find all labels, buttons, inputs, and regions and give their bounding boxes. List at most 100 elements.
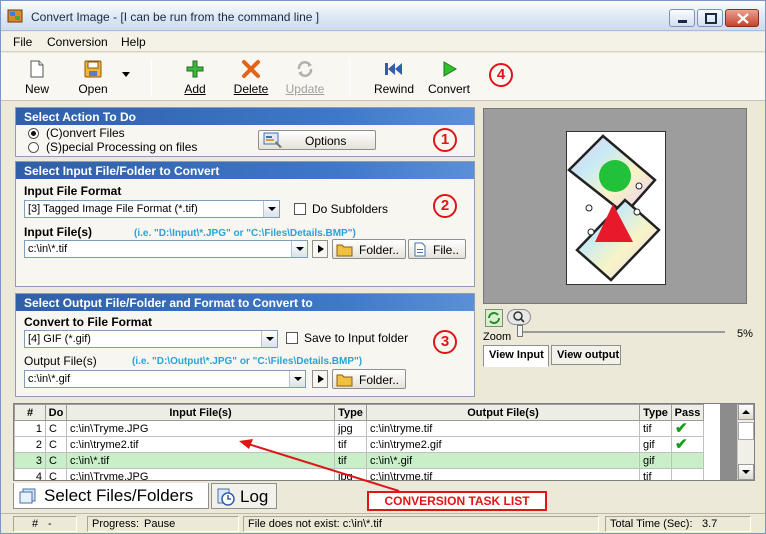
input-folder-button[interactable]: Folder.. — [332, 239, 406, 259]
close-icon — [737, 13, 749, 24]
status-total-value: 3.7 — [702, 518, 718, 530]
title-bar: Convert Image - [I can be run from the c… — [1, 1, 765, 31]
options-icon — [263, 132, 282, 148]
plus-icon — [186, 60, 204, 78]
menu-conversion[interactable]: Conversion — [47, 35, 108, 49]
refresh-icon — [297, 61, 313, 77]
output-format-label: Convert to File Format — [24, 315, 153, 329]
status-total-label: Total Time (Sec): — [610, 518, 693, 530]
tab-view-output[interactable]: View output — [551, 345, 621, 365]
convert-label: Convert — [427, 82, 471, 96]
convert-button[interactable]: Convert — [425, 55, 473, 99]
folder-icon — [336, 244, 353, 257]
scroll-up-icon[interactable] — [738, 404, 754, 420]
fit-button[interactable] — [485, 309, 503, 327]
zoom-value: 5% — [737, 328, 753, 340]
output-format-value: [4] GIF (*.gif) — [28, 333, 91, 345]
input-files-field[interactable]: c:\in\*.tif — [24, 240, 308, 258]
col-header-output-type[interactable]: Type — [639, 404, 672, 421]
zoom-slider-track[interactable] — [517, 331, 725, 333]
status-hash-value: - — [48, 518, 52, 530]
close-button[interactable] — [725, 9, 759, 27]
special-processing-label[interactable]: (S)pecial Processing on files — [46, 140, 197, 154]
delete-x-icon — [242, 60, 260, 78]
minimize-button[interactable] — [669, 9, 695, 27]
output-group-header: Select Output File/Folder and Format to … — [16, 294, 474, 311]
input-format-select[interactable]: [3] Tagged Image File Format (*.tif) — [24, 200, 280, 218]
new-button[interactable]: New — [15, 55, 59, 99]
col-header-input-type[interactable]: Type — [334, 404, 367, 421]
input-files-value: c:\in\*.tif — [28, 243, 68, 255]
chevron-down-icon — [289, 371, 305, 387]
maximize-icon — [705, 13, 717, 24]
menu-file[interactable]: File — [13, 35, 32, 49]
rewind-label: Rewind — [373, 82, 415, 96]
zoom-button[interactable] — [507, 309, 531, 325]
tab-view-input[interactable]: View Input — [483, 345, 549, 367]
toolbar-separator — [151, 59, 152, 95]
update-button[interactable]: Update — [283, 55, 327, 99]
zoom-slider-thumb[interactable] — [517, 325, 523, 337]
col-header-input[interactable]: Input File(s) — [66, 404, 335, 421]
output-files-arrow-button[interactable] — [312, 370, 328, 388]
save-disk-icon — [84, 60, 102, 78]
rewind-button[interactable]: Rewind — [371, 55, 417, 99]
special-processing-radio[interactable] — [28, 142, 39, 153]
convert-files-radio[interactable] — [28, 128, 39, 139]
magnifier-icon — [513, 311, 525, 323]
options-button[interactable]: Options — [258, 130, 376, 150]
step-badge-3: 3 — [433, 330, 457, 354]
table-header-row: # Do Input File(s) Type Output File(s) T… — [14, 404, 704, 421]
do-subfolders-checkbox[interactable] — [294, 203, 306, 215]
fit-refresh-icon — [488, 312, 500, 324]
cell-number: 2 — [14, 436, 46, 453]
add-button[interactable]: Add — [175, 55, 215, 99]
do-subfolders-label[interactable]: Do Subfolders — [312, 202, 388, 216]
open-dropdown-icon[interactable] — [121, 71, 131, 79]
status-progress-cell: Progress: Pause — [87, 516, 239, 532]
preview-image — [567, 134, 661, 282]
cell-pass: ✔ — [671, 420, 704, 437]
table-scrollbar[interactable] — [737, 404, 754, 480]
maximize-button[interactable] — [697, 9, 723, 27]
input-format-label: Input File Format — [24, 184, 122, 198]
col-header-number[interactable]: # — [14, 404, 46, 421]
menu-help[interactable]: Help — [121, 35, 146, 49]
delete-button[interactable]: Delete — [229, 55, 273, 99]
input-files-arrow-button[interactable] — [312, 240, 328, 258]
input-format-value: [3] Tagged Image File Format (*.tif) — [28, 203, 198, 215]
cell-number: 3 — [14, 452, 46, 469]
file-icon — [414, 242, 426, 257]
input-group-header: Select Input File/Folder to Convert — [16, 162, 474, 179]
col-header-output[interactable]: Output File(s) — [366, 404, 640, 421]
open-button[interactable]: Open — [69, 55, 117, 99]
scroll-thumb[interactable] — [738, 422, 754, 440]
app-window: Convert Image - [I can be run from the c… — [0, 0, 766, 534]
scroll-down-icon[interactable] — [738, 464, 754, 480]
output-files-field[interactable]: c:\in\*.gif — [24, 370, 306, 388]
convert-files-label[interactable]: (C)onvert Files — [46, 126, 125, 140]
output-folder-label: Folder.. — [359, 373, 400, 387]
output-format-select[interactable]: [4] GIF (*.gif) — [24, 330, 278, 348]
save-to-input-label[interactable]: Save to Input folder — [304, 331, 408, 345]
folder-icon — [336, 374, 353, 387]
play-icon — [443, 61, 457, 77]
output-files-label: Output File(s) — [24, 354, 97, 368]
chevron-down-icon — [261, 331, 277, 347]
files-icon — [19, 488, 36, 504]
toolbar: New Open Add Delete Update Rewind Conver… — [1, 53, 765, 101]
input-folder-label: Folder.. — [359, 243, 400, 257]
input-file-label: File.. — [433, 243, 460, 257]
open-label: Open — [78, 82, 108, 96]
col-header-do[interactable]: Do — [45, 404, 67, 421]
chevron-down-icon — [263, 201, 279, 217]
output-folder-button[interactable]: Folder.. — [332, 369, 406, 389]
app-icon — [7, 9, 23, 23]
col-header-pass[interactable]: Pass — [671, 404, 704, 421]
output-group: Select Output File/Folder and Format to … — [15, 293, 475, 397]
input-file-button[interactable]: File.. — [408, 239, 466, 259]
tab-select-files[interactable]: Select Files/Folders — [13, 483, 209, 509]
input-files-label: Input File(s) — [24, 225, 92, 239]
save-to-input-checkbox[interactable] — [286, 332, 298, 344]
image-preview — [483, 108, 747, 304]
